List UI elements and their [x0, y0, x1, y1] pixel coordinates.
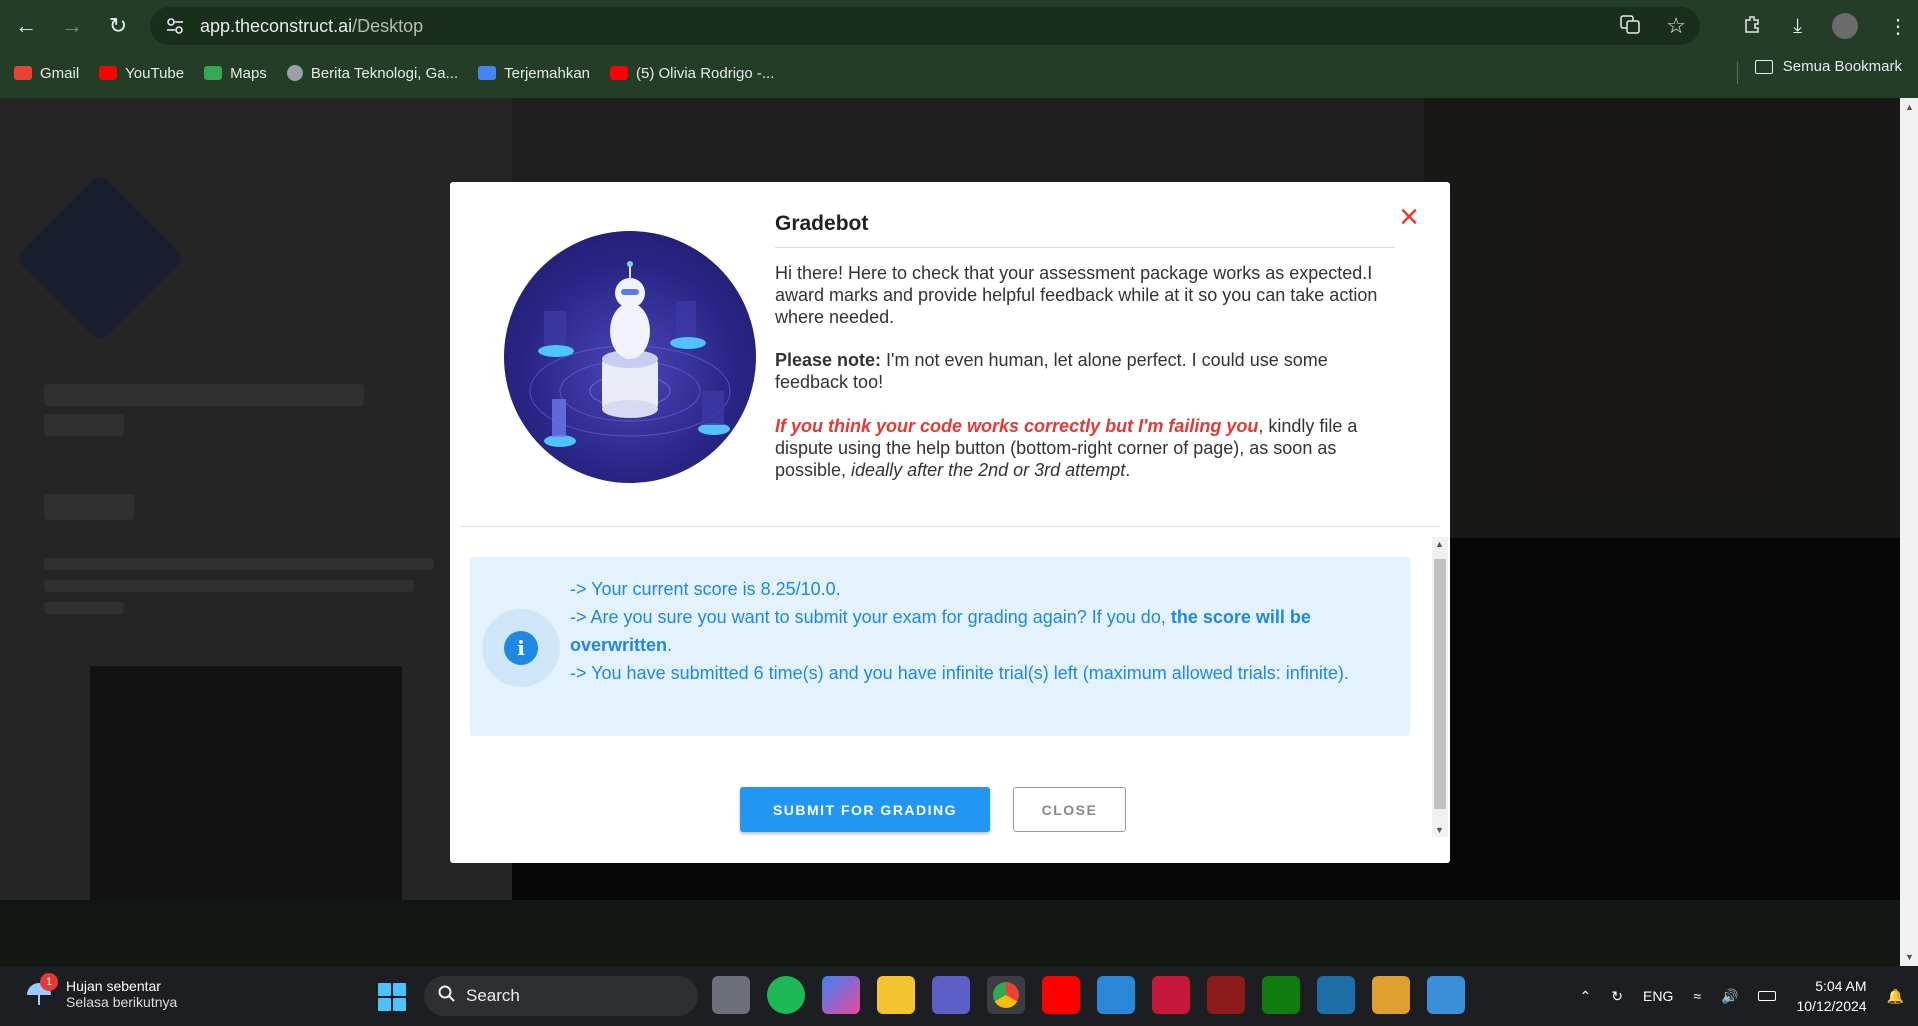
notification-badge: 1: [40, 973, 58, 991]
close-button[interactable]: CLOSE: [1013, 787, 1126, 832]
address-bar[interactable]: app.theconstruct.ai/Desktop ☆: [150, 7, 1700, 45]
scroll-down-icon[interactable]: ▼: [1435, 825, 1444, 835]
robot-illustration: [504, 231, 756, 483]
file-explorer-icon[interactable]: [877, 976, 915, 1014]
umbrella-icon: 1: [24, 973, 58, 1009]
trials-line: -> You have submitted 6 time(s) and you …: [570, 663, 1349, 683]
dispute-paragraph: If you think your code works correctly b…: [775, 415, 1395, 481]
note-label: Please note:: [775, 350, 882, 370]
title-divider: [775, 247, 1395, 248]
clock[interactable]: 5:04 AM 10/12/2024: [1796, 976, 1866, 1016]
scroll-up-icon[interactable]: ▲: [1435, 539, 1444, 549]
note-paragraph: Please note: I'm not even human, let alo…: [775, 349, 1395, 393]
sync-icon[interactable]: ↻: [1611, 988, 1623, 1005]
info-icon-halo: i: [482, 609, 560, 687]
youtube-icon: [99, 66, 118, 80]
taskbar: 1 Hujan sebentar Selasa berikutnya Searc…: [0, 966, 1918, 1026]
notepad-icon[interactable]: [1427, 976, 1465, 1014]
youtube-icon[interactable]: [1042, 976, 1080, 1014]
tool-icon[interactable]: [1372, 976, 1410, 1014]
bookmark-star-icon[interactable]: ☆: [1666, 13, 1686, 39]
scroll-up-icon[interactable]: ▲: [1905, 102, 1914, 112]
back-icon[interactable]: ←: [8, 8, 44, 44]
info-icon: i: [504, 631, 538, 665]
site-settings-icon[interactable]: [162, 13, 188, 39]
bookmark-berita[interactable]: Berita Teknologi, Ga...: [286, 65, 458, 82]
forward-icon[interactable]: →: [54, 8, 90, 44]
weather-title: Hujan sebentar: [66, 978, 161, 994]
reload-icon[interactable]: ↻: [100, 8, 136, 44]
dialog-title: Gradebot: [775, 212, 869, 235]
system-tray: ⌃ ↻ ENG ≈ 🔊 5:04 AM 10/12/2024 🔔: [1580, 974, 1904, 1018]
copilot-icon[interactable]: [822, 976, 860, 1014]
teams-icon[interactable]: [932, 976, 970, 1014]
url-path: /Desktop: [352, 15, 424, 36]
resubmit-warning: -> Are you sure you want to submit your …: [570, 607, 1311, 655]
game-icon[interactable]: [1207, 976, 1245, 1014]
scroll-down-icon[interactable]: ▼: [1905, 952, 1914, 962]
dialog-scrollbar[interactable]: ▲ ▼: [1432, 537, 1448, 837]
youtube-icon: [610, 66, 629, 80]
weather-subtitle: Selasa berikutnya: [66, 994, 178, 1010]
submit-for-grading-button[interactable]: SUBMIT FOR GRADING: [740, 787, 990, 832]
windows-start-icon[interactable]: [378, 983, 406, 1011]
dispute-italic: ideally after the 2nd or 3rd attempt: [851, 460, 1126, 480]
vs-icon[interactable]: [1317, 976, 1355, 1014]
gmail-icon: [14, 66, 32, 80]
store-icon[interactable]: [1097, 976, 1135, 1014]
search-icon: [438, 985, 456, 1008]
search-label: Search: [466, 986, 520, 1005]
url-host: app.theconstruct.ai: [200, 15, 353, 36]
weather-widget[interactable]: 1 Hujan sebentar Selasa berikutnya: [24, 973, 178, 1010]
content-divider: [460, 526, 1440, 527]
download-icon[interactable]: ⤓: [1793, 15, 1802, 38]
battery-icon[interactable]: [1758, 991, 1777, 1001]
bookmark-gmail[interactable]: Gmail: [14, 65, 79, 82]
bookmarks-bar: Gmail YouTube Maps Berita Teknologi, Ga.…: [0, 58, 1918, 88]
chevron-up-icon[interactable]: ⌃: [1580, 988, 1592, 1005]
clock-date: 10/12/2024: [1796, 998, 1867, 1014]
all-bookmarks[interactable]: Semua Bookmark: [1754, 58, 1902, 75]
browser-toolbar: ← → ↻ app.theconstruct.ai/Desktop ☆ ⤓ ⋮: [0, 0, 1918, 52]
translate-icon[interactable]: [1620, 14, 1641, 39]
menu-dots-icon[interactable]: ⋮: [1888, 14, 1908, 39]
info-panel: i -> Your current score is 8.25/10.0. ->…: [470, 557, 1410, 736]
profile-avatar[interactable]: [1832, 13, 1858, 39]
taskbar-apps: [712, 976, 1465, 1014]
chrome-icon[interactable]: [987, 976, 1025, 1014]
notification-bell-icon[interactable]: 🔔: [1887, 988, 1904, 1005]
taskbar-search[interactable]: Search: [424, 976, 698, 1016]
extensions-icon[interactable]: [1743, 14, 1763, 39]
bookmark-terjemahkan[interactable]: Terjemahkan: [478, 65, 590, 82]
maps-icon: [204, 66, 223, 80]
language-indicator[interactable]: ENG: [1643, 988, 1673, 1004]
info-text: -> Your current score is 8.25/10.0. -> A…: [570, 575, 1400, 687]
xbox-icon[interactable]: [1262, 976, 1300, 1014]
wifi-icon[interactable]: ≈: [1693, 988, 1701, 1004]
browser-chrome: ← → ↻ app.theconstruct.ai/Desktop ☆ ⤓ ⋮ …: [0, 0, 1918, 98]
globe-icon: [286, 65, 303, 81]
score-line: -> Your current score is 8.25/10.0.: [570, 579, 841, 599]
valorant-icon[interactable]: [1152, 976, 1190, 1014]
bookmark-olivia[interactable]: (5) Olivia Rodrigo -...: [610, 65, 774, 82]
dispute-emphasis: If you think your code works correctly b…: [775, 416, 1259, 436]
scroll-thumb[interactable]: [1434, 559, 1446, 809]
dispute-end: .: [1125, 460, 1131, 480]
task-view-icon[interactable]: [712, 976, 750, 1014]
volume-icon[interactable]: 🔊: [1721, 988, 1738, 1005]
bookmarks-divider: [1737, 62, 1738, 84]
bookmark-maps[interactable]: Maps: [204, 65, 267, 82]
folder-icon: [1754, 59, 1773, 74]
intro-text: Hi there! Here to check that your assess…: [775, 263, 1378, 327]
close-icon[interactable]: ×: [1394, 200, 1424, 234]
bookmark-youtube[interactable]: YouTube: [99, 65, 184, 82]
clock-time: 5:04 AM: [1815, 978, 1867, 994]
gradebot-dialog: Gradebot × Hi there! Here to check that …: [450, 182, 1450, 863]
translate-icon: [478, 66, 497, 80]
page-scrollbar[interactable]: ▲ ▼: [1900, 98, 1918, 966]
spotify-icon[interactable]: [767, 976, 805, 1014]
